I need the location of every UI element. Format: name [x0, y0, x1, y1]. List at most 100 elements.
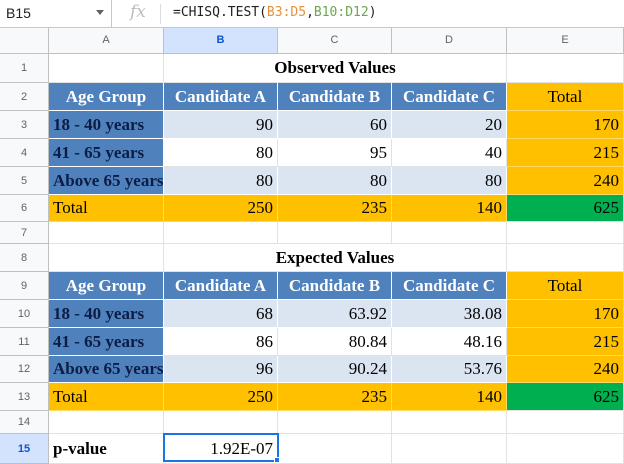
p-value-label[interactable]: p-value — [49, 434, 164, 464]
observed-total-c[interactable]: 140 — [392, 195, 507, 222]
observed-cell-b4[interactable]: 80 — [164, 139, 278, 167]
cell-b7[interactable] — [164, 222, 278, 244]
expected-cell-d12[interactable]: 53.76 — [392, 356, 507, 383]
expected-cell-d11[interactable]: 48.16 — [392, 328, 507, 356]
column-header-a[interactable]: A — [49, 28, 164, 54]
row-header-4[interactable]: 4 — [0, 139, 49, 167]
cell-c14[interactable] — [278, 411, 392, 434]
observed-cell-c5[interactable]: 80 — [278, 167, 392, 195]
row-header-7[interactable]: 7 — [0, 222, 49, 244]
expected-total-row-3[interactable]: 240 — [507, 356, 624, 383]
row-header-1[interactable]: 1 — [0, 54, 49, 83]
cell-reference: B15 — [6, 5, 31, 21]
row-header-6[interactable]: 6 — [0, 195, 49, 222]
column-header-d[interactable]: D — [392, 28, 507, 54]
chevron-down-icon[interactable] — [96, 10, 104, 15]
row-header-5[interactable]: 5 — [0, 167, 49, 195]
cell-e1[interactable] — [507, 54, 624, 83]
row-header-3[interactable]: 3 — [0, 111, 49, 139]
row-header-9[interactable]: 9 — [0, 272, 49, 300]
cell-d15[interactable] — [392, 434, 507, 464]
expected-group-1[interactable]: 18 - 40 years — [49, 300, 164, 328]
expected-group-3[interactable]: Above 65 years — [49, 356, 164, 383]
observed-cell-b5[interactable]: 80 — [164, 167, 278, 195]
expected-cell-b10[interactable]: 68 — [164, 300, 278, 328]
observed-header-candidate-b[interactable]: Candidate B — [278, 83, 392, 111]
formula-range-observed: B3:D5 — [266, 5, 307, 20]
cell-d14[interactable] — [392, 411, 507, 434]
observed-total-row-2[interactable]: 215 — [507, 139, 624, 167]
expected-group-2[interactable]: 41 - 65 years — [49, 328, 164, 356]
cell-b14[interactable] — [164, 411, 278, 434]
expected-total-row-2[interactable]: 215 — [507, 328, 624, 356]
cell-e8[interactable] — [507, 244, 624, 272]
column-header-b[interactable]: B — [164, 28, 278, 54]
expected-total-c[interactable]: 140 — [392, 383, 507, 411]
observed-cell-c3[interactable]: 60 — [278, 111, 392, 139]
cell-a7[interactable] — [49, 222, 164, 244]
expected-cell-b12[interactable]: 96 — [164, 356, 278, 383]
fill-handle[interactable] — [274, 457, 280, 463]
expected-title[interactable]: Expected Values — [164, 244, 507, 272]
expected-header-total[interactable]: Total — [507, 272, 624, 300]
observed-cell-d5[interactable]: 80 — [392, 167, 507, 195]
cell-c7[interactable] — [278, 222, 392, 244]
cell-d7[interactable] — [392, 222, 507, 244]
cell-e14[interactable] — [507, 411, 624, 434]
observed-grand-total[interactable]: 625 — [507, 195, 624, 222]
p-value-result[interactable]: 1.92E-07 — [164, 434, 278, 464]
select-all-corner[interactable] — [0, 28, 49, 54]
cell-e15[interactable] — [507, 434, 624, 464]
expected-total-a[interactable]: 250 — [164, 383, 278, 411]
cell-a1[interactable] — [49, 54, 164, 83]
row-header-10[interactable]: 10 — [0, 300, 49, 328]
observed-header-age-group[interactable]: Age Group — [49, 83, 164, 111]
observed-group-2[interactable]: 41 - 65 years — [49, 139, 164, 167]
observed-total-a[interactable]: 250 — [164, 195, 278, 222]
column-header-c[interactable]: C — [278, 28, 392, 54]
observed-total-b[interactable]: 235 — [278, 195, 392, 222]
expected-header-candidate-c[interactable]: Candidate C — [392, 272, 507, 300]
expected-cell-d10[interactable]: 38.08 — [392, 300, 507, 328]
expected-total-row-1[interactable]: 170 — [507, 300, 624, 328]
cell-a8[interactable] — [49, 244, 164, 272]
row-header-12[interactable]: 12 — [0, 356, 49, 383]
expected-cell-c10[interactable]: 63.92 — [278, 300, 392, 328]
expected-grand-total[interactable]: 625 — [507, 383, 624, 411]
observed-title[interactable]: Observed Values — [164, 54, 507, 83]
observed-total-row-1[interactable]: 170 — [507, 111, 624, 139]
observed-header-total[interactable]: Total — [507, 83, 624, 111]
row-header-13[interactable]: 13 — [0, 383, 49, 411]
expected-cell-c12[interactable]: 90.24 — [278, 356, 392, 383]
row-header-8[interactable]: 8 — [0, 244, 49, 272]
row-header-14[interactable]: 14 — [0, 411, 49, 434]
row-header-2[interactable]: 2 — [0, 83, 49, 111]
cell-c15[interactable] — [278, 434, 392, 464]
formula-range-expected: B10:D12 — [313, 5, 369, 20]
column-header-e[interactable]: E — [507, 28, 624, 54]
expected-cell-b11[interactable]: 86 — [164, 328, 278, 356]
observed-cell-c4[interactable]: 95 — [278, 139, 392, 167]
expected-total-b[interactable]: 235 — [278, 383, 392, 411]
observed-header-candidate-c[interactable]: Candidate C — [392, 83, 507, 111]
formula-input[interactable]: =CHISQ.TEST(B3:D5,B10:D12) — [173, 5, 377, 20]
cell-e7[interactable] — [507, 222, 624, 244]
cell-a14[interactable] — [49, 411, 164, 434]
name-box[interactable]: B15 — [0, 0, 112, 27]
expected-header-candidate-a[interactable]: Candidate A — [164, 272, 278, 300]
observed-header-candidate-a[interactable]: Candidate A — [164, 83, 278, 111]
observed-totals-label[interactable]: Total — [49, 195, 164, 222]
observed-total-row-3[interactable]: 240 — [507, 167, 624, 195]
row-header-11[interactable]: 11 — [0, 328, 49, 356]
observed-cell-b3[interactable]: 90 — [164, 111, 278, 139]
expected-totals-label[interactable]: Total — [49, 383, 164, 411]
row-header-15[interactable]: 15 — [0, 434, 49, 464]
observed-group-3[interactable]: Above 65 years — [49, 167, 164, 195]
expected-cell-c11[interactable]: 80.84 — [278, 328, 392, 356]
observed-group-1[interactable]: 18 - 40 years — [49, 111, 164, 139]
observed-cell-d3[interactable]: 20 — [392, 111, 507, 139]
expected-header-age-group[interactable]: Age Group — [49, 272, 164, 300]
observed-cell-d4[interactable]: 40 — [392, 139, 507, 167]
expected-header-candidate-b[interactable]: Candidate B — [278, 272, 392, 300]
formula-divider — [160, 4, 161, 24]
